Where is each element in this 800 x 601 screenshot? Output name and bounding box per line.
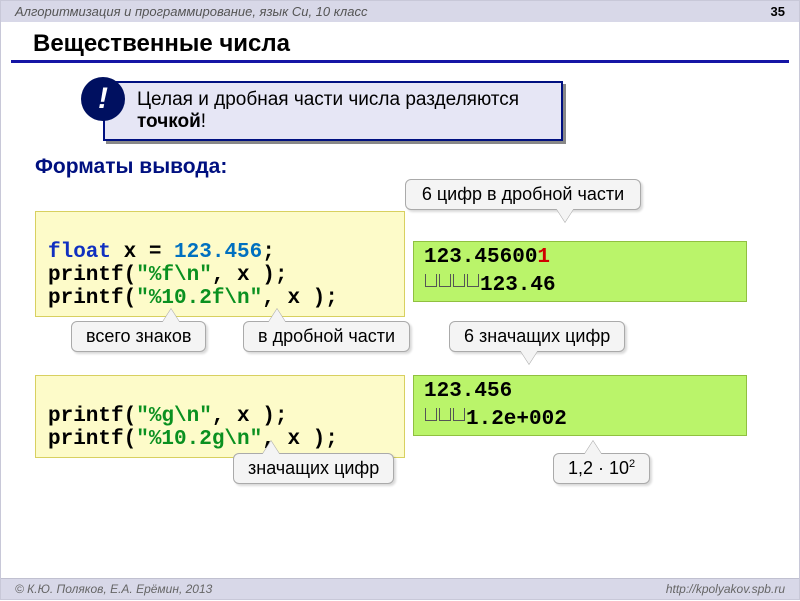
callout-six-sig: 6 значащих цифр [449, 321, 625, 352]
note-row: ! Целая и дробная части числа разделяютс… [81, 81, 799, 141]
header: Алгоритмизация и программирование, язык … [1, 1, 799, 22]
code-block-2: printf("%g\n", x ); printf("%10.2g\n", x… [35, 375, 405, 458]
out1-line1: 123.456001 [424, 246, 736, 269]
callout-total-chars: всего знаков [71, 321, 206, 352]
subheading: Форматы вывода: [35, 155, 799, 179]
copyright: © К.Ю. Поляков, Е.А. Ерёмин, 2013 [15, 582, 212, 596]
course-label: Алгоритмизация и программирование, язык … [15, 4, 367, 19]
exclamation-icon: ! [81, 77, 125, 121]
footer-url: http://kpolyakov.spb.ru [666, 582, 785, 596]
callout-sci-notation: 1,2 · 102 [553, 453, 650, 484]
page-number: 35 [771, 4, 785, 19]
code-block-1: float x = 123.456; printf("%f\n", x ); p… [35, 211, 405, 317]
note-text-a: Целая и дробная части числа разделяются [137, 89, 519, 110]
note-text-c: ! [201, 111, 206, 132]
out2-line1: 123.456 [424, 380, 736, 403]
callout-six-digits: 6 цифр в дробной части [405, 179, 641, 210]
output-block-1: 123.456001 123.46 [413, 241, 747, 302]
callout-sig-digits: значащих цифр [233, 453, 394, 484]
out2-line2: 1.2e+002 [424, 403, 736, 431]
content-area: ! Целая и дробная части числа разделяютс… [1, 81, 799, 601]
note-text-b: точкой [137, 111, 201, 132]
output-block-2: 123.456 1.2e+002 [413, 375, 747, 436]
out1-line2: 123.46 [424, 269, 736, 297]
footer: © К.Ю. Поляков, Е.А. Ерёмин, 2013 http:/… [1, 578, 799, 599]
note-box: Целая и дробная части числа разделяются … [103, 81, 563, 141]
callout-frac-part: в дробной части [243, 321, 410, 352]
page-title: Вещественные числа [11, 22, 789, 63]
